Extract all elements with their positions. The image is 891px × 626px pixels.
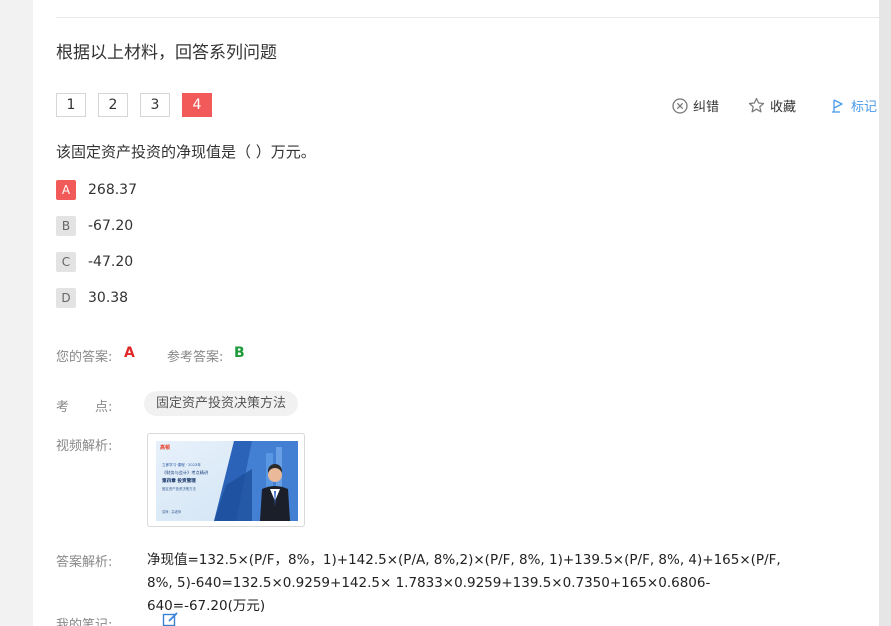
edit-icon xyxy=(162,612,179,626)
option-c[interactable]: C -47.20 xyxy=(56,252,133,272)
video-line-5: 讲师：高老师 xyxy=(162,510,182,514)
video-line-4: 固定资产投资决策方法 xyxy=(162,487,196,491)
option-value: 30.38 xyxy=(88,290,129,306)
video-frame: 高顿 立即学习·课程 · 2023年 《财务与会计》考点精讲 第四章 投资管理 … xyxy=(156,441,298,521)
video-analysis-label: 视频解析: xyxy=(56,439,113,454)
favorite-label: 收藏 xyxy=(770,100,797,115)
question-nav-3[interactable]: 3 xyxy=(140,93,170,117)
material-title: 根据以上材料，回答系列问题 xyxy=(56,43,277,63)
option-letter: C xyxy=(56,252,76,272)
question-nav-1[interactable]: 1 xyxy=(56,93,86,117)
video-thumbnail[interactable]: 高顿 立即学习·课程 · 2023年 《财务与会计》考点精讲 第四章 投资管理 … xyxy=(147,433,305,527)
your-answer-label: 您的答案: xyxy=(56,350,113,365)
flag-icon xyxy=(830,98,846,114)
question-stem: 该固定资产投资的净现值是（ ）万元。 xyxy=(56,143,316,161)
question-card: 根据以上材料，回答系列问题 1 2 3 4 纠错 收藏 标记 该固定资产投资的净… xyxy=(33,0,879,626)
option-letter: D xyxy=(56,288,76,308)
question-nav-2[interactable]: 2 xyxy=(98,93,128,117)
option-a[interactable]: A 268.37 xyxy=(56,180,137,200)
option-value: 268.37 xyxy=(88,182,137,198)
option-value: -47.20 xyxy=(88,254,134,270)
favorite-button[interactable]: 收藏 xyxy=(748,96,796,115)
report-error-button[interactable]: 纠错 xyxy=(672,96,719,115)
knowledge-point-label: 考 点: xyxy=(56,400,113,415)
reference-answer-label: 参考答案: xyxy=(167,350,224,365)
divider xyxy=(56,17,879,18)
video-line-2: 《财务与会计》考点精讲 xyxy=(162,470,209,475)
my-notes-label: 我的笔记: xyxy=(56,618,113,626)
knowledge-point-tag[interactable]: 固定资产投资决策方法 xyxy=(144,391,299,416)
question-tools: 纠错 收藏 标记 xyxy=(672,96,877,115)
mark-label: 标记 xyxy=(851,100,878,115)
edit-note-button[interactable] xyxy=(162,611,179,626)
your-answer-value: A xyxy=(124,345,135,361)
video-line-1: 立即学习·课程 · 2023年 xyxy=(162,463,201,467)
question-nav-4[interactable]: 4 xyxy=(182,93,212,117)
answer-analysis-label: 答案解析: xyxy=(56,555,113,570)
scrollbar-track[interactable] xyxy=(879,0,891,626)
video-line-3: 第四章 投资管理 xyxy=(162,479,196,484)
close-circle-icon xyxy=(672,97,688,114)
star-icon xyxy=(748,97,765,114)
option-d[interactable]: D 30.38 xyxy=(56,288,128,308)
mark-button[interactable]: 标记 xyxy=(830,96,877,115)
option-value: -67.20 xyxy=(88,218,134,234)
question-nav: 1 2 3 4 xyxy=(56,93,212,117)
option-b[interactable]: B -67.20 xyxy=(56,216,133,236)
option-letter: B xyxy=(56,216,76,236)
option-letter: A xyxy=(56,180,76,200)
answer-analysis-text: 净现值=132.5×(P/F，8%，1)+142.5×(P/A, 8%,2)×(… xyxy=(147,552,781,614)
report-error-label: 纠错 xyxy=(693,100,720,115)
video-brand: 高顿 xyxy=(160,445,171,451)
reference-answer-value: B xyxy=(234,345,245,361)
